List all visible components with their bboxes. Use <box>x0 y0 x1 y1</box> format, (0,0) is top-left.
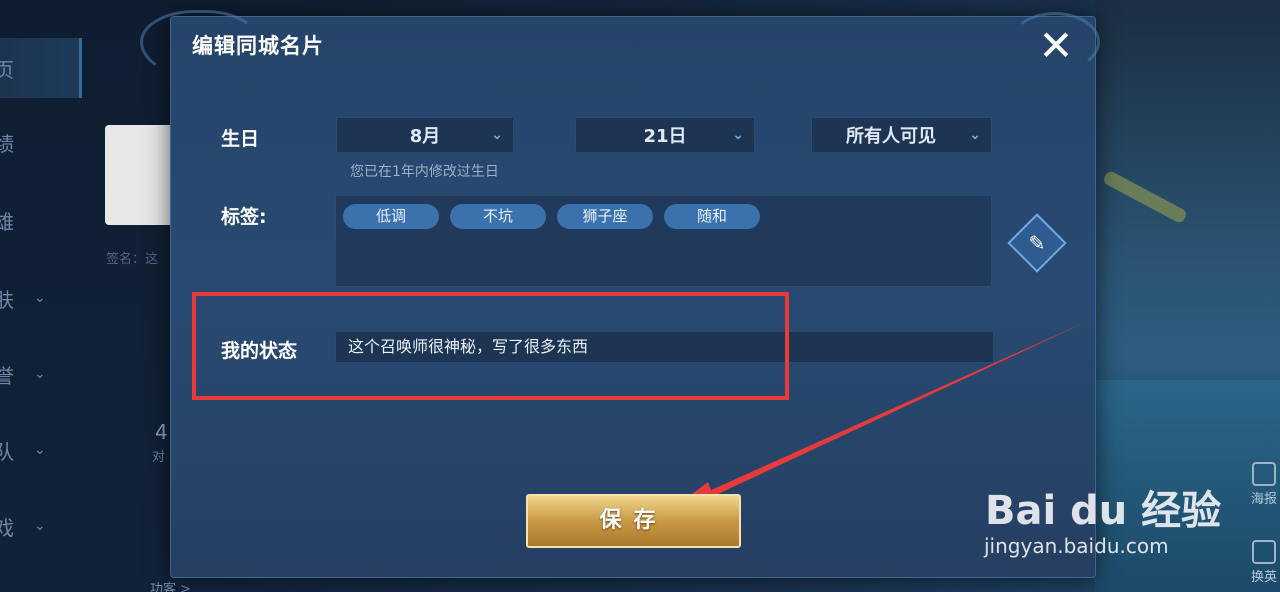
bg-nav-item-home[interactable]: 页 <box>0 38 82 98</box>
bg-nav-label: 绩 <box>0 131 14 156</box>
chevron-down-icon: ⌄ <box>732 127 744 143</box>
tag-chip[interactable]: 不坑 <box>450 204 546 229</box>
birthday-hint: 您已在1年内修改过生日 <box>350 164 499 180</box>
bg-nav-label: 戏 <box>0 515 14 540</box>
tag-chip[interactable]: 狮子座 <box>557 204 653 229</box>
poster-icon <box>1252 462 1276 486</box>
swap-label: 换英 <box>1250 570 1277 585</box>
bg-nav-label: 页 <box>0 54 14 83</box>
bg-stat-label: 对 <box>152 450 166 465</box>
bg-nav-label: 雄 <box>0 209 14 234</box>
bg-nav-label: 队 <box>0 439 14 464</box>
swap-hero-button[interactable]: 换英 <box>1248 540 1280 592</box>
bg-nav-label: 肤 <box>0 287 14 312</box>
highlight-box <box>192 292 789 400</box>
tag-chip[interactable]: 低调 <box>343 204 439 229</box>
chevron-down-icon: ⌄ <box>34 442 46 458</box>
birth-month-value: 8月 <box>409 126 441 147</box>
visibility-select[interactable]: 所有人可见 ⌄ <box>811 117 992 153</box>
bg-nav-item-game[interactable]: 戏 ⌄ <box>0 496 82 556</box>
birth-day-value: 21日 <box>643 126 687 147</box>
chevron-down-icon: ⌄ <box>969 127 981 143</box>
bg-nav-item-record[interactable]: 绩 <box>0 112 82 172</box>
bg-stat-number: 4 <box>155 420 168 444</box>
dialog-title: 编辑同城名片 <box>192 34 324 58</box>
bg-sign-text: 签名：这 <box>106 252 159 267</box>
chevron-down-icon: ⌄ <box>34 518 46 534</box>
tags-label: 标签: <box>221 206 267 228</box>
birth-day-select[interactable]: 21日 ⌄ <box>575 117 755 153</box>
watermark-url: jingyan.baidu.com <box>984 534 1169 558</box>
birth-month-select[interactable]: 8月 ⌄ <box>336 117 514 153</box>
bg-nav-item-skin[interactable]: 肤 ⌄ <box>0 268 82 328</box>
bg-nav-label: 誉 <box>0 363 14 388</box>
bg-nav-item-team[interactable]: 队 ⌄ <box>0 420 82 480</box>
bg-bottom-text: 功客 > <box>150 582 192 592</box>
bg-nav-item-hero[interactable]: 雄 <box>0 190 82 250</box>
pencil-icon: ✎ <box>1028 231 1046 255</box>
chevron-down-icon: ⌄ <box>34 366 46 382</box>
bg-nav-item-honor[interactable]: 誉 ⌄ <box>0 344 82 404</box>
chevron-down-icon: ⌄ <box>34 290 46 306</box>
birthday-label: 生日 <box>221 128 260 150</box>
chevron-down-icon: ⌄ <box>491 127 503 143</box>
save-button[interactable]: 保存 <box>526 494 741 548</box>
close-icon[interactable]: ✕ <box>1034 24 1078 68</box>
poster-button[interactable]: 海报 <box>1248 462 1280 518</box>
poster-label: 海报 <box>1250 492 1277 507</box>
baidu-jingyan-logo: Bai du 经验 <box>985 488 1222 534</box>
swap-icon <box>1252 540 1276 564</box>
visibility-value: 所有人可见 <box>846 126 936 147</box>
tag-chip[interactable]: 随和 <box>664 204 760 229</box>
